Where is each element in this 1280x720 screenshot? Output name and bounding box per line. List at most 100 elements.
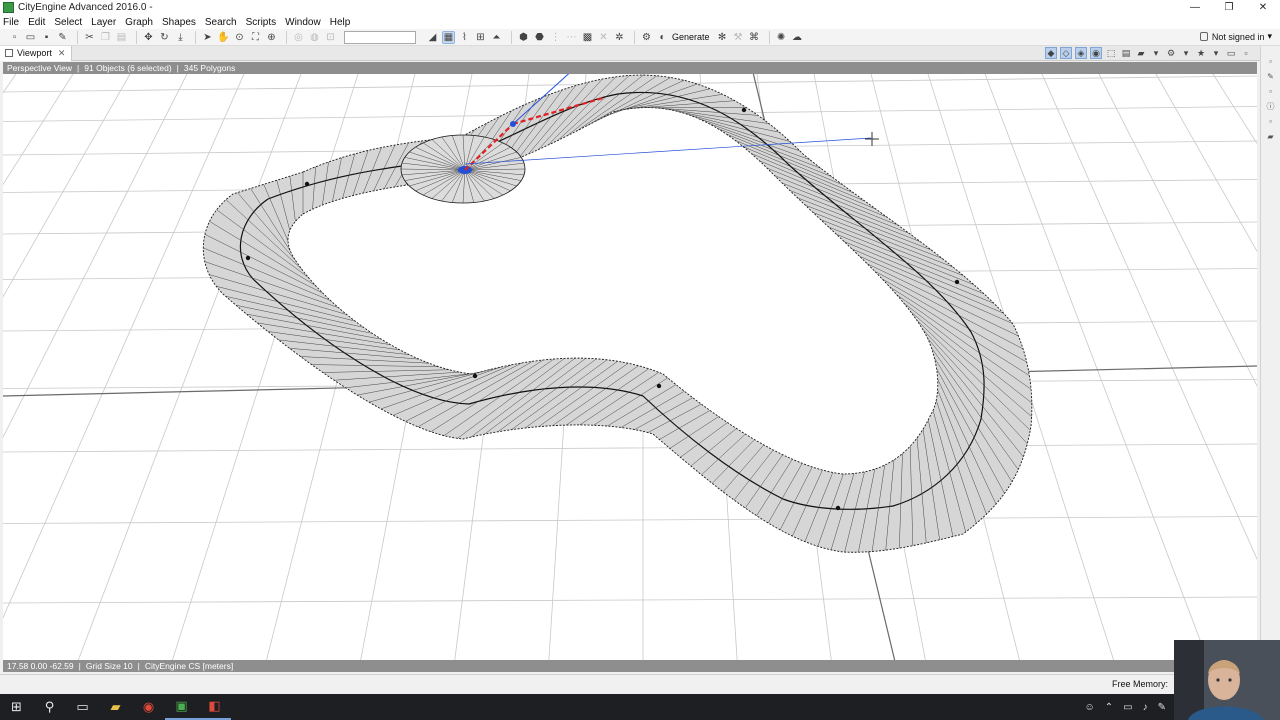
layers-icon[interactable]: ▤ — [1120, 47, 1132, 59]
settings-menu-chevron-icon[interactable]: ▾ — [1180, 47, 1192, 59]
roundabout-node[interactable] — [400, 134, 526, 204]
menu-layer[interactable]: Layer — [91, 17, 116, 28]
open-icon[interactable]: ▭ — [24, 31, 37, 44]
3d-viewport[interactable] — [3, 74, 1257, 660]
update-seed-icon[interactable]: ✻ — [716, 31, 729, 44]
file-explorer-icon[interactable]: ▰ — [99, 694, 132, 720]
convert-models-icon[interactable]: ⌘ — [748, 31, 761, 44]
toolbar-separator — [286, 30, 287, 44]
camera-icon[interactable]: ▰ — [1135, 47, 1147, 59]
star-menu-chevron-icon[interactable]: ▾ — [1210, 47, 1222, 59]
move-icon[interactable]: ✥ — [142, 31, 155, 44]
combine-icon[interactable]: ✕ — [597, 31, 610, 44]
split-icon[interactable]: ⋮ — [549, 31, 562, 44]
network-icon[interactable]: ▭ — [1123, 702, 1132, 713]
people-icon[interactable]: ☺ — [1085, 702, 1095, 713]
restore-panel-icon[interactable]: ▫ — [1266, 86, 1276, 96]
task-view-icon[interactable]: ▭ — [66, 694, 99, 720]
scale-icon[interactable]: ⤓ — [174, 31, 187, 44]
cloud-icon[interactable]: ☁ — [791, 31, 804, 44]
menu-graph[interactable]: Graph — [125, 17, 153, 28]
menu-help[interactable]: Help — [330, 17, 351, 28]
pan-icon[interactable]: ✋ — [217, 31, 230, 44]
road-node — [245, 255, 251, 261]
camera-menu-chevron-icon[interactable]: ▾ — [1150, 47, 1162, 59]
menu-file[interactable]: File — [3, 17, 19, 28]
shape-tool-icon[interactable]: ⬢ — [517, 31, 530, 44]
minimize-view-icon[interactable]: ▭ — [1225, 47, 1237, 59]
windows-start-icon[interactable]: ⊞ — [0, 694, 33, 720]
cut-icon[interactable]: ✂ — [83, 31, 96, 44]
light-icon[interactable]: ✺ — [775, 31, 788, 44]
tray-chevron-icon[interactable]: ⌃ — [1105, 702, 1113, 713]
layer-icon[interactable]: ◎ — [292, 31, 305, 44]
shaded-mode-icon[interactable]: ◆ — [1045, 47, 1057, 59]
copy-icon[interactable]: ❐ — [99, 31, 112, 44]
rotate-icon[interactable]: ↻ — [158, 31, 171, 44]
menu-edit[interactable]: Edit — [28, 17, 45, 28]
viewport-icon — [5, 49, 13, 57]
simplify-graph-icon[interactable]: ⏶ — [490, 31, 503, 44]
viewport-tab[interactable]: Viewport ✕ — [0, 45, 73, 61]
road-network[interactable] — [202, 74, 1033, 553]
search-input[interactable] — [344, 30, 416, 44]
new-icon[interactable]: ▫ — [8, 31, 21, 44]
freehand-street-icon[interactable]: ⌇ — [458, 31, 471, 44]
sign-in-label: Not signed in — [1211, 31, 1265, 42]
bookmark-icon[interactable]: ⬚ — [1105, 47, 1117, 59]
recorder-icon[interactable]: ◧ — [198, 694, 231, 720]
minimize-button[interactable]: — — [1178, 0, 1212, 15]
restore-panel-icon[interactable]: ▫ — [1266, 116, 1276, 126]
close-tab-icon[interactable]: ✕ — [58, 48, 66, 59]
mouse-cursor-crosshair — [865, 132, 879, 146]
cleanup-icon[interactable]: ✲ — [613, 31, 626, 44]
viewport-tab-row: Viewport ✕ ◆ ◇ ◈ ◉ ⬚ ▤ ▰ ▾ ⚙ ▾ ★ ▾ ▭ ▫ — [0, 45, 1260, 61]
cityengine-icon[interactable]: ▣ — [165, 694, 198, 720]
frame-icon[interactable]: ⛶ — [249, 31, 262, 44]
folder-icon[interactable]: ▰ — [1266, 131, 1276, 141]
search-icon[interactable]: ⚲ — [33, 694, 66, 720]
maximize-view-icon[interactable]: ▫ — [1240, 47, 1252, 59]
zoom-icon[interactable]: ⊕ — [265, 31, 278, 44]
menu-shapes[interactable]: Shapes — [162, 17, 196, 28]
close-button[interactable]: ✕ — [1246, 0, 1280, 15]
view-name: Perspective View — [7, 63, 73, 73]
pen-icon[interactable]: ✎ — [1158, 702, 1166, 713]
menu-scripts[interactable]: Scripts — [246, 17, 277, 28]
grow-streets-icon[interactable]: ⊞ — [474, 31, 487, 44]
subdivide-icon[interactable]: ▩ — [581, 31, 594, 44]
maximize-button[interactable]: ❐ — [1212, 0, 1246, 15]
navigator-icon[interactable]: ✎ — [1266, 71, 1276, 81]
generate-button[interactable]: ◐ Generate — [656, 31, 709, 44]
paste-icon[interactable]: ▤ — [115, 31, 128, 44]
lighting-mode-icon[interactable]: ◉ — [1090, 47, 1102, 59]
road-node — [656, 383, 662, 389]
orbit-icon[interactable]: ⊙ — [233, 31, 246, 44]
extrude-icon[interactable]: ⬣ — [533, 31, 546, 44]
info-icon[interactable]: ⓘ — [1266, 101, 1276, 111]
texture-mode-icon[interactable]: ◈ — [1075, 47, 1087, 59]
scene-canvas[interactable] — [3, 74, 1257, 660]
sign-in-status[interactable]: Not signed in ▾ — [1199, 31, 1272, 42]
wireframe-mode-icon[interactable]: ◇ — [1060, 47, 1072, 59]
cleanup-models-icon[interactable]: ⚒ — [732, 31, 745, 44]
save-icon[interactable]: ▪ — [40, 31, 53, 44]
polygon-street-icon[interactable]: ▦ — [442, 30, 455, 44]
restore-panel-icon[interactable]: ▫ — [1266, 56, 1276, 66]
toolbar-separator — [136, 30, 137, 44]
select-arrow-icon[interactable]: ➤ — [201, 31, 214, 44]
street-tool-icon[interactable]: ◢ — [426, 31, 439, 44]
offset-icon[interactable]: ⋯ — [565, 31, 578, 44]
settings-icon[interactable]: ⚙ — [1165, 47, 1177, 59]
lock-icon[interactable]: ⊡ — [324, 31, 337, 44]
menu-search[interactable]: Search — [205, 17, 237, 28]
layer-lock-icon[interactable]: ◍ — [308, 31, 321, 44]
edit-pencil-icon[interactable]: ✎ — [56, 31, 69, 44]
rule-icon[interactable]: ⚙ — [640, 31, 653, 44]
menu-select[interactable]: Select — [54, 17, 82, 28]
volume-icon[interactable]: ♪ — [1143, 702, 1148, 713]
menu-window[interactable]: Window — [285, 17, 321, 28]
main-toolbar: ▫ ▭ ▪ ✎ ✂ ❐ ▤ ✥ ↻ ⤓ ➤ ✋ ⊙ ⛶ ⊕ ◎ ◍ ⊡ ◢ ▦ … — [0, 29, 1280, 46]
star-icon[interactable]: ★ — [1195, 47, 1207, 59]
chrome-icon[interactable]: ◉ — [132, 694, 165, 720]
